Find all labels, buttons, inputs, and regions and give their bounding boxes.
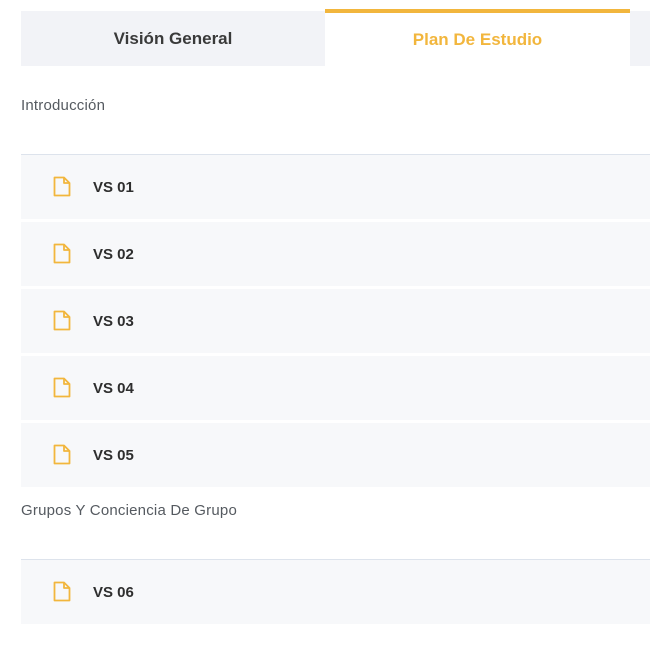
- lesson-item[interactable]: VS 03: [21, 289, 650, 353]
- tab-strip-filler: [630, 11, 650, 66]
- section-title[interactable]: Introducción: [21, 97, 105, 114]
- section-title[interactable]: Grupos Y Conciencia De Grupo: [21, 502, 237, 519]
- course-tabs: Visión General Plan De Estudio: [21, 9, 650, 66]
- document-icon: [53, 176, 71, 197]
- document-icon: [53, 243, 71, 264]
- document-icon: [53, 444, 71, 465]
- tab-overview[interactable]: Visión General: [21, 11, 325, 66]
- lesson-label: VS 05: [93, 446, 134, 464]
- lesson-label: VS 02: [93, 245, 134, 263]
- document-icon: [53, 581, 71, 602]
- lesson-item[interactable]: VS 04: [21, 356, 650, 420]
- lesson-label: VS 01: [93, 178, 134, 196]
- lesson-label: VS 04: [93, 379, 134, 397]
- lesson-label: VS 03: [93, 312, 134, 330]
- lesson-item[interactable]: VS 05: [21, 423, 650, 487]
- lesson-label: VS 06: [93, 583, 134, 601]
- document-icon: [53, 310, 71, 331]
- lesson-item[interactable]: VS 01: [21, 155, 650, 219]
- lesson-item[interactable]: VS 02: [21, 222, 650, 286]
- tab-curriculum[interactable]: Plan De Estudio: [325, 9, 630, 66]
- document-icon: [53, 377, 71, 398]
- lesson-item[interactable]: VS 06: [21, 560, 650, 624]
